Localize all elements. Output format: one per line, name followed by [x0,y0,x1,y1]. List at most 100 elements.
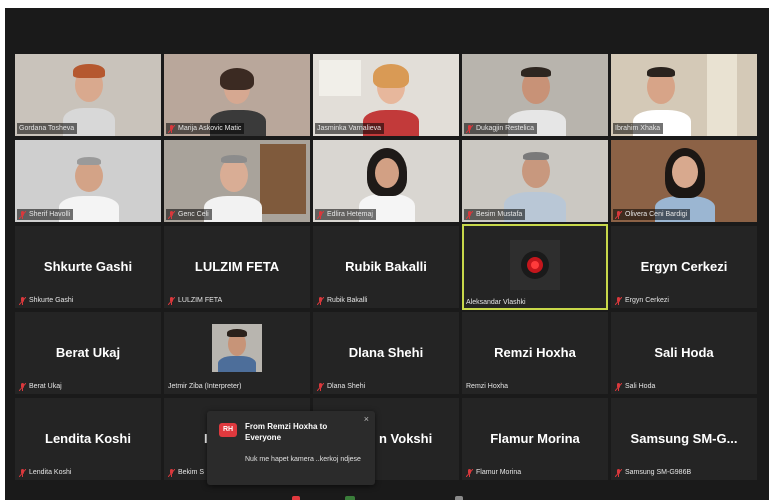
muted-microphone-icon [317,296,324,305]
toolbar-button-icon[interactable] [345,496,355,500]
video-tile[interactable]: Jasminka Varnalieva [313,54,459,136]
video-tile[interactable]: Olivera Ceni Bardigi [611,140,757,222]
participant-label: Edlira Hetemaj [315,209,376,220]
participant-display-name: Remzi Hoxha [494,345,576,360]
muted-microphone-icon [615,468,622,477]
participant-label: Genc Celi [166,209,212,220]
participant-label: Jasminka Varnalieva [315,123,385,134]
participant-tile[interactable]: Ergyn Cerkezi Ergyn Cerkezi [611,226,757,308]
participant-label: Flamur Morina [464,467,524,478]
muted-microphone-icon [615,296,622,305]
participant-tile[interactable]: Lendita Koshi Lendita Koshi [15,398,161,480]
participant-tile[interactable]: Berat Ukaj Berat Ukaj [15,312,161,394]
participant-name: Shkurte Gashi [29,297,74,304]
participant-label: Dlana Shehi [315,381,368,392]
participant-name: LULZIM FETA [178,297,223,304]
participant-name: Samsung SM-G986B [625,469,692,476]
poster [319,60,361,96]
video-tile[interactable]: Genc Celi [164,140,310,222]
zoom-meeting-window: Gordana Tosheva Marija Askovic Matic Jas… [5,8,769,500]
chat-notification-title: From Remzi Hoxha to Everyone [245,422,328,442]
participant-name: Gordana Tosheva [19,125,75,132]
video-tile[interactable]: Gordana Tosheva [15,54,161,136]
muted-microphone-icon [615,382,622,391]
webcam-lens-icon [510,240,560,290]
participant-label: Jetmir Ziba (Interpreter) [166,381,245,392]
participant-name: Berat Ukaj [29,383,62,390]
participant-name: Bekim S [178,469,205,476]
participant-display-name: Dlana Shehi [348,345,424,360]
video-tile[interactable]: Edlira Hetemaj [313,140,459,222]
participant-label: Ibrahim Xhaka [613,123,664,134]
camera-preview [510,240,560,290]
participant-display-name: Shkurte Gashi [43,259,133,274]
participant-label: Rubik Bakalli [315,295,370,306]
window-curtain [707,54,737,136]
muted-microphone-icon [19,296,26,305]
participant-name: Flamur Morina [476,469,522,476]
participant-name: Ibrahim Xhaka [615,125,661,132]
toolbar-button-icon[interactable] [455,496,463,500]
participant-label: Sherif Havolli [17,209,74,220]
participant-name: Besim Mustafa [476,211,523,218]
participant-tile[interactable]: Shkurte Gashi Shkurte Gashi [15,226,161,308]
participant-name: Jasminka Varnalieva [317,125,382,132]
participant-name: Dukagjin Restelica [476,125,534,132]
participant-label: Samsung SM-G986B [613,467,694,478]
participant-tile[interactable]: Remzi Hoxha Remzi Hoxha [462,312,608,394]
muted-microphone-icon [466,468,473,477]
participant-label: Berat Ukaj [17,381,65,392]
participant-label: Lendita Koshi [17,467,74,478]
participant-label: Gordana Tosheva [17,123,78,134]
participant-tile[interactable]: Flamur Morina Flamur Morina [462,398,608,480]
participant-display-name: n Vokshi [379,431,433,446]
muted-microphone-icon [466,124,473,133]
meeting-toolbar [5,490,769,500]
participant-name: Jetmir Ziba (Interpreter) [168,383,242,390]
participant-name: Rubik Bakalli [327,297,368,304]
participant-display-name: Sali Hoda [654,345,714,360]
chat-notification-popup[interactable]: RH From Remzi Hoxha to Everyone Nuk me h… [207,411,375,485]
participant-display-name: Samsung SM-G... [630,431,738,446]
video-tile[interactable]: Sherif Havolli [15,140,161,222]
participant-tile[interactable]: LULZIM FETA LULZIM FETA [164,226,310,308]
muted-microphone-icon [466,210,473,219]
participant-label: LULZIM FETA [166,295,225,306]
participant-display-name: Ergyn Cerkezi [640,259,728,274]
muted-microphone-icon [168,210,175,219]
participant-tile[interactable]: Jetmir Ziba (Interpreter) [164,312,310,394]
participant-label: Marija Askovic Matic [166,123,245,134]
participant-name: Sherif Havolli [29,211,71,218]
video-tile[interactable]: Dukagjin Restelica [462,54,608,136]
video-tile[interactable]: Ibrahim Xhaka [611,54,757,136]
muted-microphone-icon [317,210,324,219]
participant-name: Dlana Shehi [327,383,366,390]
participant-name: Lendita Koshi [29,469,72,476]
participant-tile[interactable]: Sali Hoda Sali Hoda [611,312,757,394]
participant-label: Remzi Hoxha [464,381,511,392]
participant-label: Aleksandar Vlashki [464,297,529,308]
participant-display-name: Lendita Koshi [45,431,131,446]
muted-microphone-icon [168,296,175,305]
participant-name: Remzi Hoxha [466,383,509,390]
close-icon[interactable]: × [364,414,369,424]
participant-name: Marija Askovic Matic [178,125,242,132]
muted-microphone-icon [19,210,26,219]
participant-tile[interactable]: Dlana Shehi Dlana Shehi [313,312,459,394]
active-speaker-tile[interactable]: Aleksandar Vlashki [462,224,608,310]
participant-tile[interactable]: Samsung SM-G... Samsung SM-G986B [611,398,757,480]
participant-name: Aleksandar Vlashki [466,299,526,306]
participant-label: Shkurte Gashi [17,295,76,306]
participant-name: Edlira Hetemaj [327,211,373,218]
muted-microphone-icon [19,382,26,391]
participant-name: Ergyn Cerkezi [625,297,669,304]
muted-microphone-icon [615,210,622,219]
participant-tile[interactable]: Rubik Bakalli Rubik Bakalli [313,226,459,308]
toolbar-notification-icon[interactable] [292,496,300,500]
video-tile[interactable]: Besim Mustafa [462,140,608,222]
participant-label: Dukagjin Restelica [464,123,537,134]
participant-label: Sali Hoda [613,381,658,392]
participant-label: Ergyn Cerkezi [613,295,672,306]
video-tile[interactable]: Marija Askovic Matic [164,54,310,136]
chat-notification-message: Nuk me hapet kamera ..kerkoj ndjese [245,456,361,463]
